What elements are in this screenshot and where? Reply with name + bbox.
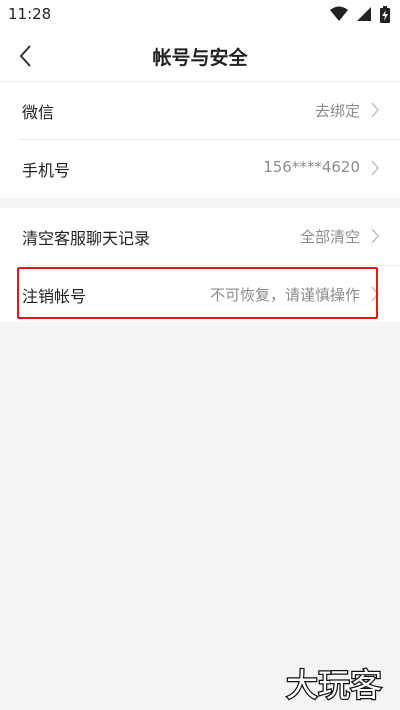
chevron-right-icon bbox=[371, 160, 380, 176]
deactivate-account-label: 注销帐号 bbox=[22, 287, 87, 306]
clear-chat-history-row[interactable]: 清空客服聊天记录 全部清空 bbox=[0, 208, 400, 265]
wifi-icon bbox=[329, 6, 348, 21]
wechat-label: 微信 bbox=[22, 103, 55, 122]
page-title: 帐号与安全 bbox=[152, 47, 248, 69]
chevron-right-icon bbox=[371, 102, 380, 118]
clear-chat-history-value: 全部清空 bbox=[299, 228, 360, 246]
nav-bar: 帐号与安全 bbox=[0, 30, 400, 82]
status-time: 11:28 bbox=[8, 5, 52, 23]
phone-row[interactable]: 手机号 156****4620 bbox=[0, 140, 400, 197]
signal-icon bbox=[356, 7, 371, 21]
deactivate-account-row[interactable]: 注销帐号 不可恢复，请谨慎操作 bbox=[0, 266, 400, 323]
chevron-right-icon bbox=[371, 286, 380, 302]
battery-charging-icon bbox=[380, 6, 390, 23]
phone-value: 156****4620 bbox=[263, 158, 360, 176]
chevron-right-icon bbox=[371, 228, 380, 244]
deactivate-account-value: 不可恢复，请谨慎操作 bbox=[209, 286, 360, 304]
clear-chat-history-label: 清空客服聊天记录 bbox=[22, 229, 151, 248]
phone-label: 手机号 bbox=[22, 161, 71, 180]
status-bar: 11:28 bbox=[0, 0, 400, 30]
wechat-value: 去绑定 bbox=[314, 102, 360, 120]
watermark-logo: 大玩客 bbox=[285, 665, 384, 706]
account-actions-group: 清空客服聊天记录 全部清空 注销帐号 不可恢复，请谨慎操作 bbox=[0, 208, 400, 322]
watermark-text: 大玩客 bbox=[286, 666, 382, 704]
status-icons bbox=[326, 6, 390, 24]
account-binding-group: 微信 去绑定 手机号 156****4620 bbox=[0, 82, 400, 198]
wechat-row[interactable]: 微信 去绑定 bbox=[0, 82, 400, 139]
